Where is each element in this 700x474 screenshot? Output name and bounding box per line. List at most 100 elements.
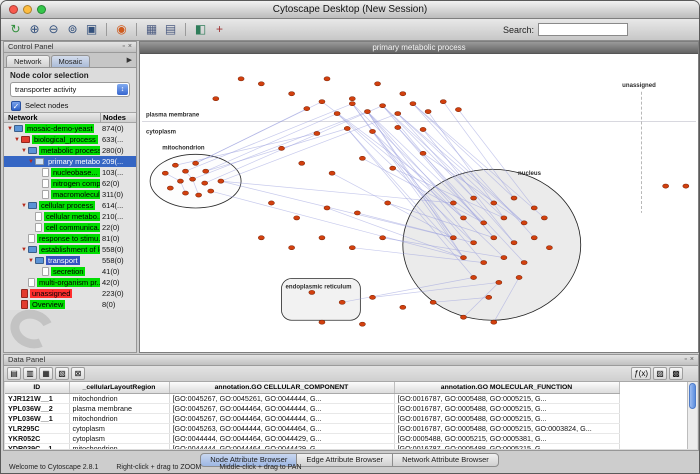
unselect-attributes-button[interactable]: ▥ [23,367,37,380]
network-node[interactable] [193,161,199,165]
zoom-in-button[interactable]: ⊕ [25,21,44,39]
tree-row[interactable]: cellular metabo...210(... [4,211,136,222]
tree-row[interactable]: ▼primary metabo...209(... [4,156,136,167]
network-node[interactable] [309,290,315,294]
network-node[interactable] [172,163,178,167]
network-node[interactable] [460,216,466,220]
network-edge[interactable] [221,114,398,182]
table-cell[interactable]: [GO:0045267, GO:0044464, GO:0044444, G..… [169,403,394,413]
column-header[interactable]: ID [5,382,69,393]
network-node[interactable] [400,92,406,96]
network-node[interactable] [481,221,487,225]
panel-close-icon[interactable]: × [128,42,132,52]
network-node[interactable] [304,107,310,111]
network-node[interactable] [344,126,350,130]
network-node[interactable] [294,216,300,220]
dropdown-arrow-icon[interactable]: ↕ [117,84,128,95]
import-network-button[interactable]: ▦ [142,21,161,39]
network-node[interactable] [349,246,355,250]
network-edge[interactable] [206,129,348,172]
table-cell[interactable]: mitochondrion [69,413,169,423]
tree-row[interactable]: secretion41(0) [4,266,136,277]
network-node[interactable] [375,82,381,86]
tree-row[interactable]: ▼metabolic process280(0) [4,145,136,156]
network-node[interactable] [369,129,375,133]
network-node[interactable] [364,110,370,114]
network-node[interactable] [182,169,188,173]
network-node[interactable] [177,179,183,183]
table-row[interactable]: YJR121W__1mitochondrion[GO:0045267, GO:0… [5,393,619,403]
table-row[interactable]: YPL036W__2plasma membrane[GO:0045267, GO… [5,403,619,413]
network-node[interactable] [359,322,365,326]
maximize-button[interactable] [37,5,46,14]
table-cell[interactable]: [GO:0045267, GO:0045261, GO:0044444, G..… [169,393,394,403]
network-node[interactable] [496,280,502,284]
network-node[interactable] [380,236,386,240]
network-node[interactable] [349,102,355,106]
tab-network[interactable]: Network [6,55,50,67]
network-node[interactable] [218,179,224,183]
network-node[interactable] [395,112,401,116]
formula-builder-button[interactable]: ƒ(x) [631,367,651,380]
expand-arrow-icon[interactable]: ▼ [20,245,28,255]
table-cell[interactable]: YJR121W__1 [5,393,69,403]
expand-arrow-icon[interactable]: ▼ [27,256,35,266]
network-node[interactable] [531,236,537,240]
clear-attributes-button[interactable]: ⊠ [71,367,85,380]
tree-row[interactable]: Overview8(0) [4,299,136,310]
scrollbar-thumb[interactable] [689,383,696,409]
table-cell[interactable]: [GO:0016787, GO:0005488, GO:0005215, G..… [394,393,619,403]
table-cell[interactable]: [GO:0045263, GO:0044444, GO:0044464, G..… [169,423,394,433]
network-edge[interactable] [196,102,322,164]
network-node[interactable] [390,166,396,170]
tree-row[interactable]: cell communica...22(0) [4,222,136,233]
network-view-title[interactable]: primary metabolic process [140,42,698,54]
network-overview-button[interactable]: ◉ [112,21,131,39]
network-node[interactable] [450,236,456,240]
table-cell[interactable]: [GO:0044444, GO:0044464, GO:0044429, G..… [169,433,394,443]
vizmapper-button[interactable]: ◧ [191,21,210,39]
tree-row[interactable]: multi-organism pr...42(0) [4,277,136,288]
expand-arrow-icon[interactable]: ▼ [13,135,21,145]
network-node[interactable] [486,295,492,299]
network-node[interactable] [511,241,517,245]
apply-layout-button[interactable]: ↻ [6,21,25,39]
network-node[interactable] [450,201,456,205]
network-column-header[interactable]: Network [4,113,100,122]
network-node[interactable] [196,193,202,197]
expand-arrow-icon[interactable]: ▼ [6,124,14,134]
tree-row[interactable]: ▼establishment of lo...558(0) [4,244,136,255]
network-node[interactable] [521,261,527,265]
network-node[interactable] [481,261,487,265]
delete-attribute-button[interactable]: ▧ [55,367,69,380]
panel-float-icon[interactable]: ▫ [122,42,124,52]
table-row[interactable]: YPL036W__1mitochondrion[GO:0045267, GO:0… [5,413,619,423]
node-attribute-dropdown[interactable]: transporter activity ↕ [10,82,130,97]
zoom-fit-button[interactable]: ▣ [82,21,101,39]
network-node[interactable] [203,169,209,173]
network-node[interactable] [162,171,168,175]
tree-row[interactable]: macromolecule...311(0) [4,189,136,200]
network-node[interactable] [349,97,355,101]
network-node[interactable] [410,102,416,106]
close-button[interactable] [9,5,18,14]
column-header[interactable]: _cellularLayoutRegion [69,382,169,393]
network-node[interactable] [359,156,365,160]
network-node[interactable] [369,295,375,299]
nodes-column-header[interactable]: Nodes [100,113,136,122]
network-node[interactable] [420,151,426,155]
table-cell[interactable]: YLR295C [5,423,69,433]
expand-arrow-icon[interactable]: ▼ [27,157,35,167]
expand-arrow-icon[interactable]: ▼ [20,201,28,211]
network-node[interactable] [289,92,295,96]
select-attributes-button[interactable]: ▤ [7,367,21,380]
network-node[interactable] [167,186,173,190]
tree-row[interactable]: ▼transport558(0) [4,255,136,266]
network-node[interactable] [425,110,431,114]
network-node[interactable] [516,275,522,279]
network-node[interactable] [324,77,330,81]
data-panel-header[interactable]: Data Panel ▫ × [4,355,698,366]
network-node[interactable] [299,161,305,165]
network-node[interactable] [213,97,219,101]
table-cell[interactable]: cytoplasm [69,433,169,443]
